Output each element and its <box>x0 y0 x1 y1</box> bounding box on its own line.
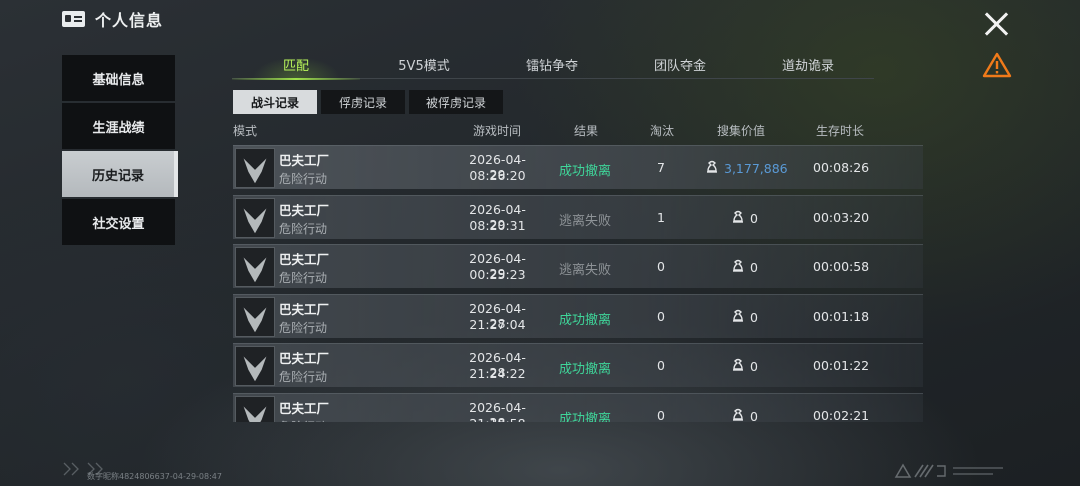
column-mode: 模式 <box>233 124 258 138</box>
sidebar-item-career-stats[interactable]: 生涯战绩 <box>62 103 175 149</box>
page-title: 个人信息 <box>95 11 164 30</box>
money-bag-icon <box>705 160 719 177</box>
subtab-capture-records[interactable]: 俘虏记录 <box>321 90 405 114</box>
survival-time: 00:01:22 <box>813 358 870 373</box>
kill-count: 0 <box>657 358 665 373</box>
collected-value: 0 <box>731 259 758 276</box>
mode-tabs: 匹配 5V5模式 镭钻争夺 团队夺金 道劫诡录 <box>232 57 874 80</box>
map-icon <box>235 296 275 337</box>
sidebar-item-basic-info[interactable]: 基础信息 <box>62 55 175 101</box>
kill-count: 7 <box>657 160 665 175</box>
match-time: 08:26:20 <box>469 168 526 183</box>
collected-value: 3,177,886 <box>705 160 788 177</box>
collected-value: 0 <box>731 309 758 326</box>
money-bag-icon <box>731 358 745 375</box>
money-bag-icon <box>731 408 745 423</box>
map-icon <box>235 148 275 188</box>
table-row[interactable]: 巴夫工厂 危险行动 2026-04-29 08:20:31 逃离失败 1 0 00:03:20 <box>233 194 923 239</box>
match-time: 21:19:58 <box>465 416 530 423</box>
money-bag-icon <box>731 210 745 227</box>
subtab-battle-records[interactable]: 战斗记录 <box>233 90 317 114</box>
kill-count: 1 <box>657 209 665 225</box>
table-row[interactable]: 巴夫工厂 危险行动 2026-04-29 00:25:23 逃离失败 0 0 00:00:58 <box>233 244 923 288</box>
tab-5v5[interactable]: 5V5模式 <box>360 57 488 78</box>
collected-value-number: 0 <box>750 260 758 275</box>
kill-count: 0 <box>657 259 665 274</box>
map-name: 巴夫工厂 <box>279 252 330 267</box>
close-button[interactable] <box>983 10 1011 38</box>
game-logo-icon <box>894 463 1003 478</box>
match-time: 08:20:31 <box>469 217 526 233</box>
match-result: 成功撤离 <box>559 312 612 328</box>
survival-time: 00:00:58 <box>813 259 870 274</box>
sidebar-item-social-settings[interactable]: 社交设置 <box>62 199 175 245</box>
map-name: 巴夫工厂 <box>279 351 330 366</box>
page-header: 个人信息 <box>62 8 163 30</box>
collected-value: 0 <box>731 210 758 227</box>
collected-value-number: 0 <box>750 309 758 325</box>
collected-value: 0 <box>731 358 758 375</box>
money-bag-icon <box>731 259 745 276</box>
collected-value-number: 0 <box>750 408 758 423</box>
tab-match[interactable]: 匹配 <box>232 57 360 80</box>
match-time: 00:25:23 <box>469 267 526 282</box>
collected-value-number: 0 <box>750 210 758 226</box>
column-time: 游戏时间 <box>473 124 522 138</box>
table-header: 模式 游戏时间 结果 淘汰 搜集价值 生存时长 <box>233 122 923 138</box>
table-row[interactable]: 巴夫工厂 危险行动 2026-04-28 21:24:22 成功撤离 0 0 00:01:22 <box>233 343 923 387</box>
match-result: 逃离失败 <box>559 263 612 278</box>
collected-value: 0 <box>731 408 758 423</box>
table-row[interactable]: 巴夫工厂危险行动2026-04-2821:19:58成功撤离0000:02:21 <box>233 392 923 423</box>
map-mode: 危险行动 <box>279 370 328 384</box>
sidebar: 基础信息 生涯战绩 历史记录 社交设置 <box>62 55 178 247</box>
match-result: 逃离失败 <box>559 213 612 229</box>
match-time: 21:27:04 <box>469 316 526 332</box>
collected-value-number: 3,177,886 <box>724 161 788 176</box>
map-icon <box>235 197 275 238</box>
collected-value-number: 0 <box>750 359 758 374</box>
money-bag-icon <box>731 309 745 326</box>
map-icon <box>235 247 275 287</box>
tab-heist[interactable]: 道劫诡录 <box>744 57 872 78</box>
map-icon <box>235 395 275 422</box>
sidebar-item-history[interactable]: 历史记录 <box>62 151 178 197</box>
match-time: 21:24:22 <box>469 366 526 381</box>
match-result: 成功撤离 <box>559 411 612 423</box>
table-row[interactable]: 巴夫工厂 危险行动 2026-04-28 21:27:04 成功撤离 0 0 00:01:18 <box>233 293 923 338</box>
column-value: 搜集价值 <box>717 124 766 138</box>
subtab-captured-records[interactable]: 被俘虏记录 <box>409 90 503 114</box>
map-name: 巴夫工厂 <box>279 153 330 168</box>
table-row[interactable]: 巴夫工厂 危险行动 2026-04-29 08:26:20 成功撤离 7 3,177,886… <box>233 145 923 189</box>
column-kills: 淘汰 <box>650 124 675 138</box>
map-mode: 危险行动 <box>279 172 328 186</box>
survival-time: 00:01:18 <box>813 308 870 324</box>
kill-count: 0 <box>657 407 665 423</box>
column-survive: 生存时长 <box>816 124 865 138</box>
map-name: 巴夫工厂 <box>279 202 330 218</box>
map-mode: 危险行动 <box>279 320 328 335</box>
history-table[interactable]: 巴夫工厂 危险行动 2026-04-29 08:26:20 成功撤离 7 3,177,886… <box>233 145 923 422</box>
map-name: 巴夫工厂 <box>279 301 330 317</box>
map-mode: 危险行动 <box>279 418 327 423</box>
survival-time: 00:08:26 <box>813 160 870 175</box>
tab-diamond-contest[interactable]: 镭钻争夺 <box>488 57 616 78</box>
player-id-watermark: 数字昵称4824806637-04-29-08:47 <box>87 472 222 481</box>
map-mode: 危险行动 <box>279 221 328 236</box>
warning-icon[interactable] <box>982 52 1012 78</box>
column-result: 结果 <box>574 124 599 138</box>
match-result: 成功撤离 <box>559 362 612 377</box>
map-icon <box>235 346 275 386</box>
survival-time: 00:03:20 <box>813 209 870 225</box>
map-mode: 危险行动 <box>279 271 328 285</box>
survival-time: 00:02:21 <box>813 407 870 423</box>
map-name: 巴夫工厂 <box>279 400 330 416</box>
record-subtabs: 战斗记录 俘虏记录 被俘虏记录 <box>233 90 503 114</box>
match-result: 成功撤离 <box>559 164 612 179</box>
tab-team-gold[interactable]: 团队夺金 <box>616 57 744 78</box>
id-card-icon <box>62 11 85 27</box>
kill-count: 0 <box>657 308 665 324</box>
